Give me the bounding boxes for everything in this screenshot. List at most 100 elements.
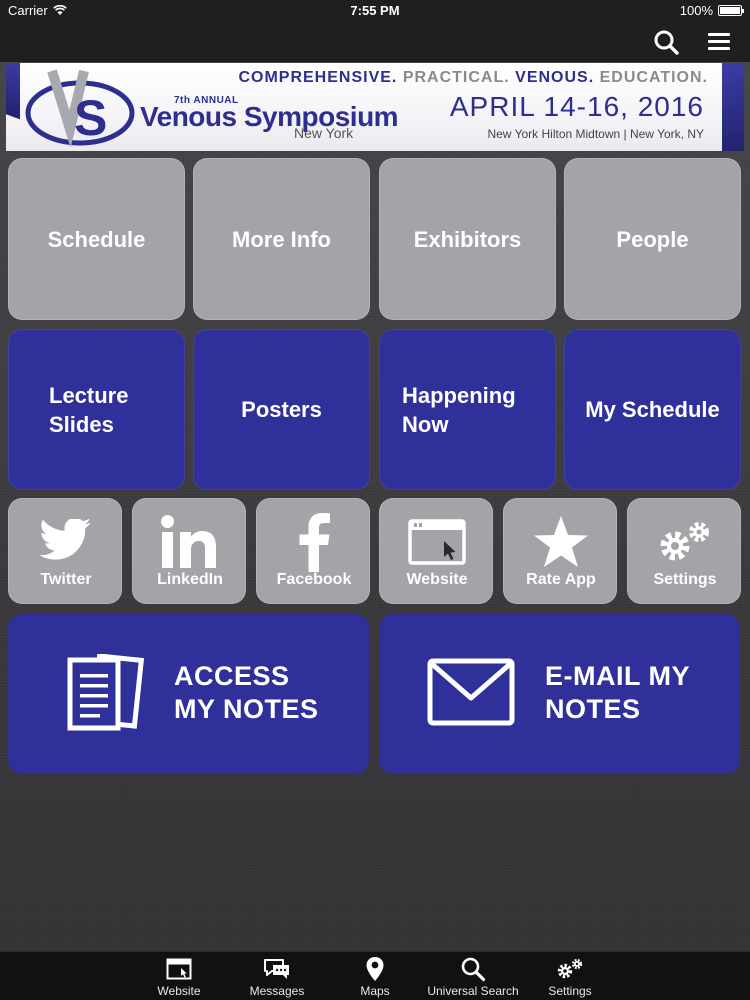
- rate-app-icon-wrap: [504, 511, 618, 573]
- star-icon: [534, 516, 588, 567]
- website-label: Website: [406, 571, 468, 588]
- linkedin-icon: [161, 515, 216, 568]
- twitter-icon-wrap: [9, 511, 123, 573]
- email-notes-tile[interactable]: E-MAIL MY NOTES: [379, 614, 740, 774]
- envelope-icon: [427, 658, 515, 726]
- tab-search-icon-wrap: [425, 956, 521, 982]
- battery-fill: [720, 7, 740, 14]
- facebook-icon-wrap: [257, 511, 371, 573]
- gears-icon: [660, 522, 709, 561]
- website-tile[interactable]: Website: [379, 498, 493, 604]
- banner-accent-right: [722, 63, 744, 151]
- tile-label: My Schedule: [585, 397, 720, 422]
- twitter-label: Twitter: [40, 571, 92, 588]
- tile-label: More Info: [232, 226, 331, 252]
- tile-label-line1: Lecture: [49, 382, 129, 408]
- map-pin-icon: [366, 957, 384, 981]
- rate-app-label: Rate App: [526, 571, 596, 588]
- tagline-education: EDUCATION.: [599, 69, 708, 86]
- settings-tile[interactable]: Settings: [627, 498, 741, 604]
- battery-info: 100%: [679, 3, 744, 18]
- tagline-comprehensive: COMPREHENSIVE.: [238, 69, 398, 86]
- linkedin-icon-wrap: [133, 511, 247, 573]
- tile-label: Posters: [241, 397, 322, 422]
- twitter-bird-icon: [39, 519, 91, 560]
- exhibitors-tile[interactable]: Exhibitors: [379, 158, 556, 320]
- access-notes-label: ACCESS MY NOTES: [174, 660, 319, 726]
- notes-document-icon: [67, 654, 145, 731]
- tab-website-icon-wrap: [131, 956, 227, 982]
- tab-label: Maps: [360, 984, 390, 998]
- tab-website[interactable]: Website: [131, 952, 227, 1000]
- tab-label: Settings: [548, 984, 592, 998]
- tab-messages[interactable]: Messages: [229, 952, 325, 1000]
- people-tile[interactable]: People: [564, 158, 741, 320]
- tab-universal-search[interactable]: Universal Search: [425, 952, 521, 1000]
- tile-label: People: [616, 226, 689, 252]
- browser-window-icon: [408, 519, 466, 565]
- tile-label: Lecture Slides: [49, 381, 128, 439]
- facebook-label: Facebook: [276, 571, 352, 588]
- tab-label: Messages: [249, 984, 305, 998]
- hamburger-menu-icon: [708, 33, 730, 50]
- linkedin-tile[interactable]: LinkedIn: [132, 498, 246, 604]
- bottom-tab-bar: Website Messages Maps Universal Search S…: [0, 951, 750, 1000]
- menu-button[interactable]: [705, 28, 735, 56]
- more-info-tile[interactable]: More Info: [193, 158, 370, 320]
- facebook-icon: [299, 513, 330, 572]
- tab-messages-icon-wrap: [229, 956, 325, 982]
- tile-label-line1: Happening: [402, 382, 516, 408]
- banner-title: Venous Symposium: [140, 101, 399, 132]
- tile-label-line2: Slides: [49, 411, 114, 437]
- my-schedule-tile[interactable]: My Schedule: [564, 329, 741, 490]
- status-bar: Carrier 7:55 PM 100%: [0, 0, 750, 22]
- tagline-practical: PRACTICAL.: [402, 69, 510, 86]
- banner-tagline: COMPREHENSIVE. PRACTICAL. VENOUS. EDUCAT…: [238, 69, 708, 87]
- battery-icon: [718, 5, 744, 16]
- email-notes-line1: E-MAIL MY: [545, 661, 690, 691]
- happening-now-tile[interactable]: Happening Now: [379, 329, 556, 490]
- schedule-tile[interactable]: Schedule: [8, 158, 185, 320]
- browser-window-icon: [166, 958, 192, 980]
- tab-label: Website: [157, 984, 201, 998]
- tab-maps[interactable]: Maps: [327, 952, 423, 1000]
- event-banner: S 7th ANNUAL Venous Symposium New York C…: [6, 63, 744, 151]
- search-button[interactable]: [652, 28, 682, 56]
- twitter-tile[interactable]: Twitter: [8, 498, 122, 604]
- battery-percent: 100%: [679, 3, 713, 18]
- rate-app-tile[interactable]: Rate App: [503, 498, 617, 604]
- settings-label: Settings: [653, 571, 717, 588]
- tile-label: Schedule: [47, 226, 146, 252]
- tile-label-line2: Now: [402, 411, 449, 437]
- lecture-slides-tile[interactable]: Lecture Slides: [8, 329, 185, 490]
- website-icon-wrap: [380, 511, 494, 573]
- email-notes-label: E-MAIL MY NOTES: [545, 660, 690, 726]
- chat-bubbles-icon: [264, 959, 289, 979]
- top-nav-bar: [0, 22, 750, 62]
- tile-label: Happening Now: [402, 381, 516, 439]
- gears-icon: [557, 958, 583, 979]
- tab-settings[interactable]: Settings: [522, 952, 618, 1000]
- settings-icon-wrap: [628, 511, 742, 573]
- clock: 7:55 PM: [350, 3, 400, 18]
- tile-label: Exhibitors: [413, 226, 522, 252]
- access-notes-tile[interactable]: ACCESS MY NOTES: [8, 614, 369, 774]
- access-notes-line2: MY NOTES: [174, 694, 319, 724]
- banner-accent-left: [6, 63, 20, 151]
- posters-tile[interactable]: Posters: [193, 329, 370, 490]
- tab-maps-icon-wrap: [327, 956, 423, 982]
- banner-venue: New York Hilton Midtown | New York, NY: [487, 127, 704, 141]
- search-icon: [654, 30, 679, 55]
- access-notes-line1: ACCESS: [174, 661, 290, 691]
- search-icon: [461, 957, 486, 982]
- linkedin-label: LinkedIn: [157, 571, 223, 588]
- tab-settings-icon-wrap: [522, 956, 618, 982]
- symposium-logo: S: [25, 69, 135, 147]
- banner-dates: APRIL 14-16, 2016: [449, 91, 704, 122]
- tagline-venous: VENOUS.: [515, 69, 595, 86]
- banner-city: New York: [294, 125, 354, 141]
- facebook-tile[interactable]: Facebook: [256, 498, 370, 604]
- email-notes-line2: NOTES: [545, 694, 641, 724]
- app-screen: Carrier 7:55 PM 100% S 7th ANNUAL Venous…: [0, 0, 750, 1000]
- svg-text:S: S: [74, 90, 107, 146]
